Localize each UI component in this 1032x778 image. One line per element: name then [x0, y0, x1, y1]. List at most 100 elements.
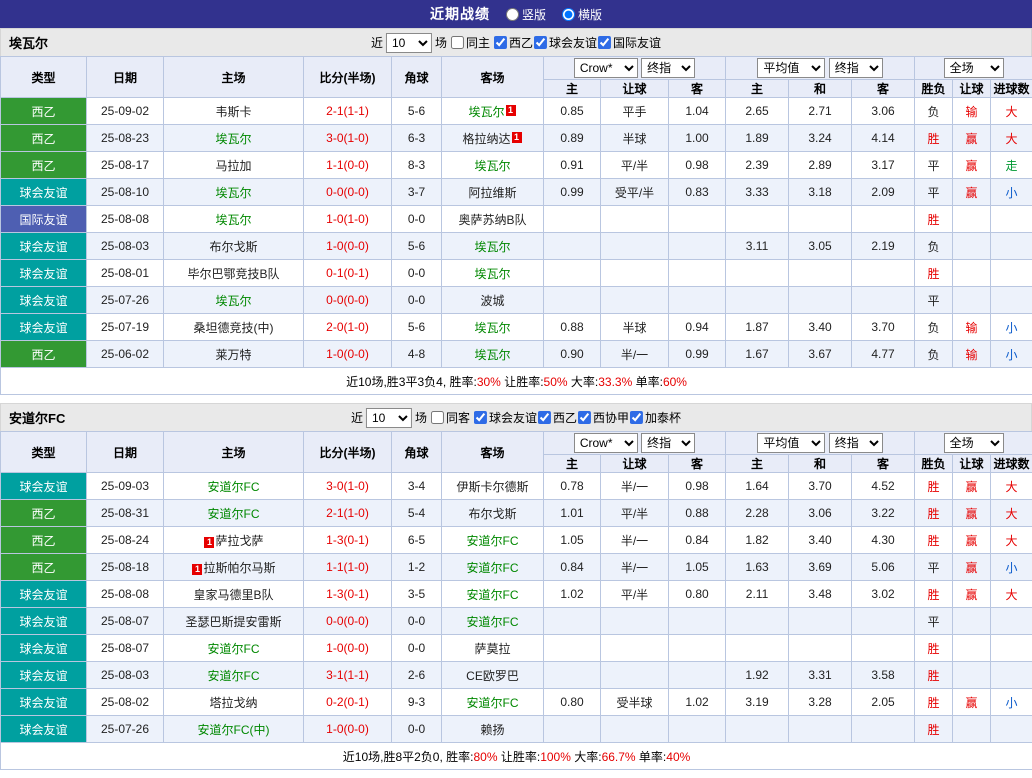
bookmaker-select[interactable]: Crow* [574, 433, 638, 453]
league-checkbox[interactable] [494, 36, 507, 49]
home-team-cell: 安道尔FC [164, 500, 304, 527]
home-team-cell: 埃瓦尔 [164, 125, 304, 152]
average-draw-odds: 3.31 [789, 662, 852, 689]
layout-option-horizontal[interactable]: 横版 [562, 6, 602, 23]
average-home-odds: 2.65 [726, 98, 789, 125]
league-checkbox[interactable] [578, 411, 591, 424]
away-team-cell: 波城 [442, 287, 544, 314]
bookmaker-home-odds [544, 662, 601, 689]
match-result: 胜 [915, 473, 953, 500]
league-checkbox[interactable] [598, 36, 611, 49]
handicap-line [601, 662, 669, 689]
away-team-cell: 安道尔FC [442, 608, 544, 635]
league-filter[interactable]: 球会友谊 [473, 409, 537, 426]
match-date: 25-09-03 [87, 473, 164, 500]
home-team-name: 韦斯卡 [215, 105, 251, 119]
match-type-badge: 球会友谊 [1, 635, 87, 662]
red-card-badge: 1 [506, 105, 516, 116]
away-team-cell: 布尔戈斯 [442, 500, 544, 527]
match-row: 西乙25-06-02莱万特1-0(0-0)4-8埃瓦尔0.90半/一0.991.… [1, 341, 1032, 368]
layout-option-vertical[interactable]: 竖版 [506, 6, 546, 23]
away-team-cell: 阿拉维斯 [442, 179, 544, 206]
goals-result [991, 635, 1032, 662]
matches-label: 场 [435, 34, 447, 51]
match-type-badge: 国际友谊 [1, 206, 87, 233]
average-draw-odds: 3.06 [789, 500, 852, 527]
bookmaker-index-select[interactable]: 终指 [641, 433, 695, 453]
average-draw-odds [789, 260, 852, 287]
away-team-cell: 赖扬 [442, 716, 544, 743]
handicap-result [953, 608, 991, 635]
handicap-result: 输 [953, 314, 991, 341]
match-type-badge: 西乙 [1, 152, 87, 179]
bookmaker-select[interactable]: Crow* [574, 58, 638, 78]
league-filter[interactable]: 球会友谊 [533, 34, 597, 51]
league-filter[interactable]: 西协甲 [577, 409, 629, 426]
bookmaker-home-odds [544, 635, 601, 662]
summary-segment: 80% [473, 750, 497, 764]
handicap-result: 输 [953, 98, 991, 125]
league-label: 球会友谊 [549, 34, 597, 51]
bookmaker-away-odds [669, 260, 726, 287]
match-type-badge: 西乙 [1, 527, 87, 554]
bookmaker-odds-header: Crow* 终指 [544, 57, 726, 80]
league-checkbox[interactable] [630, 411, 643, 424]
average-index-select[interactable]: 终指 [829, 58, 883, 78]
vertical-layout-radio[interactable] [506, 8, 519, 21]
average-draw-odds [789, 206, 852, 233]
league-checkbox[interactable] [534, 36, 547, 49]
bookmaker-away-odds [669, 635, 726, 662]
bookmaker-index-select[interactable]: 终指 [641, 58, 695, 78]
league-filter[interactable]: 国际友谊 [597, 34, 661, 51]
home-team-cell: 埃瓦尔 [164, 206, 304, 233]
league-filter[interactable]: 加泰杯 [629, 409, 681, 426]
away-team-cell: 埃瓦尔 [442, 314, 544, 341]
match-date: 25-08-31 [87, 500, 164, 527]
average-index-select[interactable]: 终指 [829, 433, 883, 453]
bookmaker-home-odds: 1.02 [544, 581, 601, 608]
scope-select[interactable]: 全场 [944, 433, 1004, 453]
average-home-odds [726, 260, 789, 287]
match-score: 3-0(1-0) [304, 125, 392, 152]
league-filter[interactable]: 西乙 [493, 34, 533, 51]
average-away-odds: 4.30 [852, 527, 915, 554]
match-date: 25-08-23 [87, 125, 164, 152]
average-select[interactable]: 平均值 [757, 58, 825, 78]
average-home-odds: 1.89 [726, 125, 789, 152]
average-home-odds: 1.67 [726, 341, 789, 368]
bookmaker-away-odds [669, 206, 726, 233]
bookmaker-home-odds: 0.80 [544, 689, 601, 716]
same-venue-checkbox[interactable] [431, 411, 444, 424]
average-home-odds: 2.39 [726, 152, 789, 179]
league-checkbox[interactable] [538, 411, 551, 424]
league-filter[interactable]: 西乙 [537, 409, 577, 426]
match-count-select[interactable]: 10 [366, 408, 412, 428]
handicap-result: 赢 [953, 689, 991, 716]
match-count-select[interactable]: 10 [386, 33, 432, 53]
away-team-cell: 埃瓦尔 [442, 233, 544, 260]
summary-segment: 让胜率: [498, 750, 541, 764]
away-team-name: 埃瓦尔 [474, 267, 510, 281]
same-venue-filter[interactable]: 同客 [430, 409, 470, 426]
average-select[interactable]: 平均值 [757, 433, 825, 453]
match-date: 25-07-26 [87, 716, 164, 743]
handicap-result: 赢 [953, 500, 991, 527]
bookmaker-away-odds: 1.04 [669, 98, 726, 125]
handicap-result: 赢 [953, 527, 991, 554]
same-venue-filter[interactable]: 同主 [450, 34, 490, 51]
horizontal-layout-radio[interactable] [562, 8, 575, 21]
home-team-name: 塔拉戈纳 [209, 696, 257, 710]
same-venue-checkbox[interactable] [451, 36, 464, 49]
league-checkbox[interactable] [474, 411, 487, 424]
scope-select[interactable]: 全场 [944, 58, 1004, 78]
match-row: 球会友谊25-08-03布尔戈斯1-0(0-0)5-6埃瓦尔3.113.052.… [1, 233, 1032, 260]
away-team-cell: 伊斯卡尔德斯 [442, 473, 544, 500]
col-header-home: 主场 [164, 432, 304, 473]
average-away-odds: 3.22 [852, 500, 915, 527]
away-team-name: 埃瓦尔 [474, 240, 510, 254]
match-date: 25-08-07 [87, 635, 164, 662]
bookmaker-away-odds: 1.05 [669, 554, 726, 581]
handicap-line [601, 287, 669, 314]
handicap-line [601, 260, 669, 287]
away-team-cell: 埃瓦尔 [442, 260, 544, 287]
